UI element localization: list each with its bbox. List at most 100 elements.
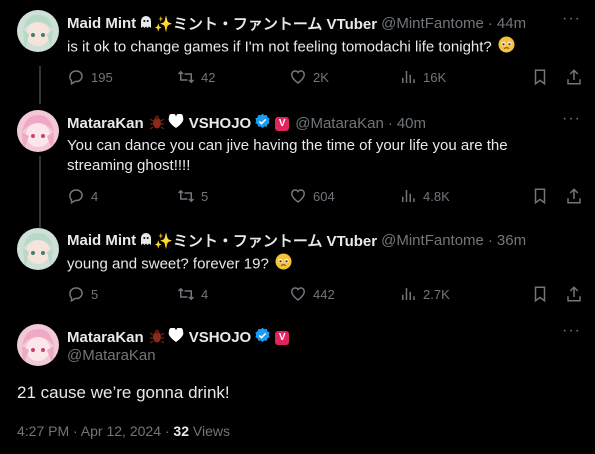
main-tweet-text: 21 cause we’re gonna drink!: [17, 383, 230, 402]
views-icon: [402, 288, 415, 300]
handle[interactable]: @MataraKan: [295, 115, 384, 132]
reply-count: 5: [91, 286, 99, 302]
like-count: 2K: [313, 69, 329, 85]
retweet-icon: [177, 189, 195, 203]
verified-icon: [254, 327, 271, 348]
tweet-actions: 195 42 2K 16K: [67, 67, 583, 87]
tweet-text-content: young and sweet? forever 19?: [67, 255, 269, 273]
main-view-count: 32: [173, 423, 189, 439]
bookmark-icon[interactable]: [531, 285, 549, 303]
tweet[interactable]: MataraKan VSHOJO V @MataraKan · 40m ··· …: [0, 104, 595, 220]
verified-icon: [254, 113, 271, 134]
avatar[interactable]: [17, 324, 59, 366]
retweet-count: 5: [201, 188, 209, 204]
more-icon[interactable]: ···: [562, 322, 581, 340]
tweet-header: MataraKan VSHOJO V: [67, 327, 290, 348]
like-button[interactable]: 604: [289, 187, 399, 205]
view-count: 16K: [423, 69, 447, 85]
white-heart-icon: [168, 327, 184, 347]
like-button[interactable]: 2K: [289, 68, 399, 86]
share-icon[interactable]: [565, 187, 583, 205]
like-icon: [291, 189, 305, 203]
separator-dot: ·: [487, 232, 493, 249]
more-icon[interactable]: ···: [562, 10, 581, 28]
org-name[interactable]: VSHOJO: [189, 329, 252, 346]
reply-icon: [69, 189, 83, 205]
views-button[interactable]: 2.7K: [399, 285, 509, 303]
views-button[interactable]: 4.8K: [399, 187, 509, 205]
bookmark-icon[interactable]: [531, 187, 549, 205]
tweet-text: You can dance you can jive having the ti…: [67, 137, 508, 174]
retweet-button[interactable]: 42: [177, 68, 289, 86]
share-icon[interactable]: [565, 68, 583, 86]
display-name-suffix[interactable]: ✨ミント・ファントーム VTuber: [154, 13, 377, 34]
tweet-header: Maid Mint ✨ミント・ファントーム VTuber @MintFantom…: [67, 13, 526, 34]
like-icon: [291, 287, 305, 301]
share-icon[interactable]: [565, 285, 583, 303]
retweet-count: 42: [201, 69, 216, 85]
bug-icon: [149, 328, 164, 348]
tweet-text: is it ok to change games if I'm not feel…: [67, 36, 572, 59]
view-count: 4.8K: [423, 188, 450, 204]
retweet-button[interactable]: 4: [177, 285, 289, 303]
views-button[interactable]: 16K: [399, 68, 509, 86]
views-label: Views: [189, 423, 230, 439]
main-tweet-meta: 4:27 PM · Apr 12, 2024 · 32 Views: [17, 423, 230, 439]
tweet-actions: 5 4 442 2.7K: [67, 284, 583, 304]
retweet-icon: [177, 70, 195, 84]
ghost-icon: [138, 231, 154, 251]
tweet[interactable]: Maid Mint ✨ミント・ファントーム VTuber @MintFantom…: [0, 220, 595, 316]
retweet-icon: [177, 287, 195, 301]
reply-button[interactable]: 4: [67, 187, 177, 205]
view-count: 2.7K: [423, 286, 450, 302]
display-name[interactable]: MataraKan: [67, 329, 144, 346]
tweet-header: Maid Mint ✨ミント・ファントーム VTuber @MintFantom…: [67, 230, 526, 251]
tweet-text: young and sweet? forever 19?: [67, 253, 572, 276]
vshojo-badge-icon: V: [275, 116, 290, 131]
reply-button[interactable]: 5: [67, 285, 177, 303]
handle[interactable]: @MataraKan: [67, 347, 156, 364]
avatar[interactable]: [17, 10, 59, 52]
tweet[interactable]: Maid Mint ✨ミント・ファントーム VTuber @MintFantom…: [0, 0, 595, 104]
tweet-secondary-actions: [531, 187, 583, 205]
avatar[interactable]: [17, 110, 59, 152]
display-name[interactable]: Maid Mint: [67, 15, 136, 32]
bookmark-icon[interactable]: [531, 68, 549, 86]
like-button[interactable]: 442: [289, 285, 399, 303]
timestamp[interactable]: 44m: [497, 15, 526, 32]
pleading-face-emoji: [275, 253, 292, 276]
timestamp[interactable]: 40m: [397, 115, 426, 132]
reply-button[interactable]: 195: [67, 68, 177, 86]
vshojo-badge-icon: V: [275, 330, 290, 345]
retweet-count: 4: [201, 286, 209, 302]
reply-icon: [69, 70, 83, 86]
main-timestamp[interactable]: 4:27 PM · Apr 12, 2024 ·: [17, 423, 173, 439]
display-name[interactable]: Maid Mint: [67, 232, 136, 249]
tweet-secondary-actions: [531, 68, 583, 86]
ghost-icon: [138, 14, 154, 34]
retweet-button[interactable]: 5: [177, 187, 289, 205]
display-name-suffix[interactable]: ✨ミント・ファントーム VTuber: [154, 230, 377, 251]
white-heart-icon: [168, 113, 184, 133]
tweet-actions: 4 5 604 4.8K: [67, 186, 583, 206]
handle[interactable]: @MintFantome: [381, 15, 484, 32]
avatar[interactable]: [17, 228, 59, 270]
pleading-face-emoji: [498, 36, 515, 59]
tweet-text-content: is it ok to change games if I'm not feel…: [67, 38, 492, 56]
like-count: 604: [313, 188, 335, 204]
views-icon: [402, 190, 415, 202]
timestamp[interactable]: 36m: [497, 232, 526, 249]
handle[interactable]: @MintFantome: [381, 232, 484, 249]
like-icon: [291, 70, 305, 84]
tweet-header: MataraKan VSHOJO V @MataraKan · 40m: [67, 113, 426, 134]
like-count: 442: [313, 286, 335, 302]
more-icon[interactable]: ···: [562, 110, 581, 128]
display-name[interactable]: MataraKan: [67, 115, 144, 132]
reply-count: 195: [91, 69, 113, 85]
org-name[interactable]: VSHOJO: [189, 115, 252, 132]
reply-icon: [69, 287, 83, 303]
bug-icon: [149, 114, 164, 134]
handle-row: @MataraKan: [67, 347, 156, 364]
separator-dot: ·: [387, 115, 393, 132]
separator-dot: ·: [487, 15, 493, 32]
